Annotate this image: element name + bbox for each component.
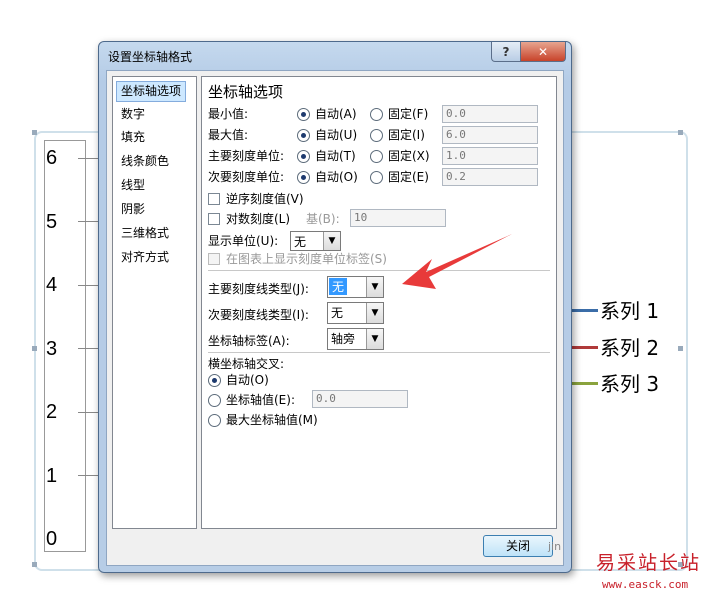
watermark-cn: 易采站长站 [596,552,702,574]
annotation-arrow-icon [402,234,512,289]
watermark: 易采站长站 www.easck.com [596,548,708,600]
side-text: jin [548,540,562,553]
watermark-url: www.easck.com [602,578,689,591]
